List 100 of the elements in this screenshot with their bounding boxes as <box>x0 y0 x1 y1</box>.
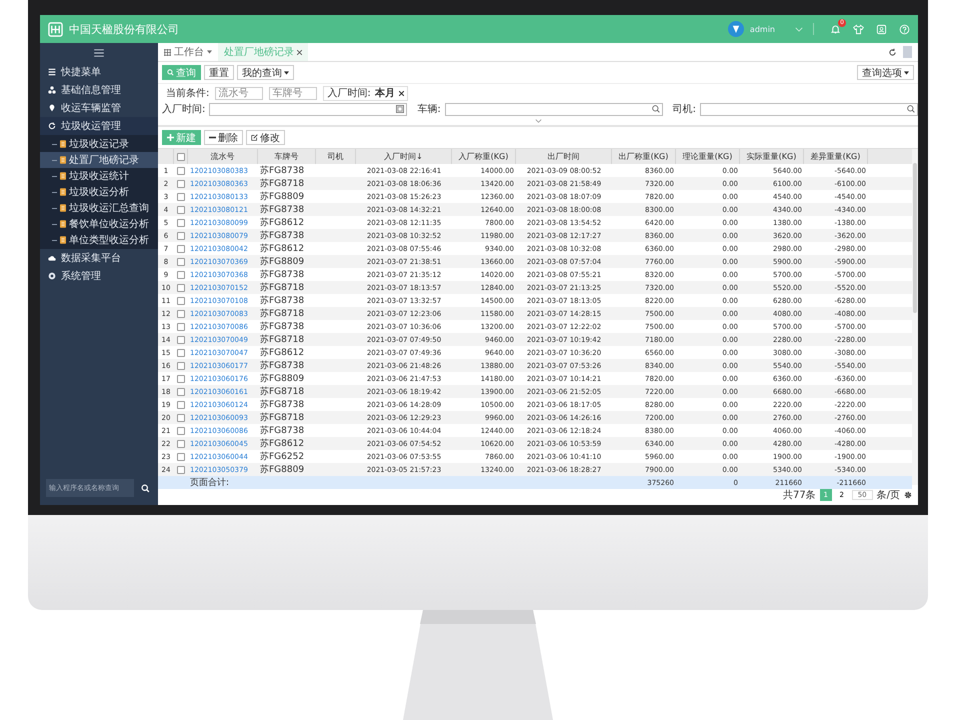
column-header[interactable]: 出厂称重(KG) <box>612 149 676 164</box>
row-checkbox[interactable] <box>177 466 185 474</box>
search-icon[interactable] <box>906 105 915 113</box>
filter-tag[interactable]: 入厂时间: 本月 <box>323 86 408 100</box>
row-checkbox[interactable] <box>177 284 185 292</box>
row-checkbox[interactable] <box>177 388 185 396</box>
row-checkbox[interactable] <box>177 180 185 188</box>
plate-cell-text: 苏FG8738 <box>260 320 304 333</box>
search-field[interactable] <box>444 102 663 116</box>
panel-toggle-button[interactable] <box>903 46 912 58</box>
sidebar-item[interactable]: 垃圾收运管理 <box>40 117 158 135</box>
sidebar-item[interactable]: 收运车辆监管 <box>40 99 158 117</box>
expand-chevron-icon[interactable] <box>534 119 542 123</box>
row-checkbox[interactable] <box>177 192 185 200</box>
settings-icon[interactable] <box>904 491 912 499</box>
user-card-icon[interactable] <box>876 24 887 34</box>
sidebar-item[interactable]: 快捷菜单 <box>40 63 158 81</box>
search-icon[interactable] <box>652 105 660 113</box>
sidebar-item[interactable]: 数据采集平台 <box>40 249 158 267</box>
search-icon[interactable] <box>141 484 150 493</box>
row-checkbox[interactable] <box>177 296 185 304</box>
row-checkbox[interactable] <box>177 440 185 448</box>
select-all-checkbox[interactable] <box>176 152 184 160</box>
row-checkbox[interactable] <box>177 374 185 382</box>
row-checkbox[interactable] <box>177 322 185 330</box>
plate-cell-text: 苏FG8738 <box>260 268 304 281</box>
row-checkbox[interactable] <box>177 258 185 266</box>
sidebar-item[interactable]: 系统管理 <box>40 267 158 285</box>
shirt-icon[interactable] <box>853 24 864 34</box>
help-icon[interactable] <box>899 24 910 34</box>
sidebar-item[interactable]: 基础信息管理 <box>40 81 158 99</box>
sidebar-subitem[interactable]: 垃圾收运汇总查询 <box>40 200 158 216</box>
column-header[interactable]: 差异重量(KG) <box>804 149 868 164</box>
column-header[interactable]: 入厂称重(KG) <box>452 149 516 164</box>
query-button[interactable]: 重置 <box>204 65 234 80</box>
plate-cell-text: 苏FG6252 <box>260 450 304 463</box>
row-checkbox[interactable] <box>177 166 185 174</box>
sidebar-subitem[interactable]: 餐饮单位收运分析 <box>40 216 158 232</box>
chevron-down-icon[interactable] <box>795 26 803 32</box>
row-checkbox[interactable] <box>177 414 185 422</box>
calendar-icon[interactable] <box>396 105 404 113</box>
tab[interactable]: 工作台 <box>158 43 218 61</box>
plus-icon <box>167 134 174 141</box>
refresh-icon[interactable] <box>888 48 897 56</box>
cloud-icon <box>48 254 56 262</box>
user-avatar-icon <box>728 21 744 37</box>
row-checkbox[interactable] <box>177 206 185 214</box>
row-checkbox[interactable] <box>177 400 185 408</box>
row-checkbox[interactable] <box>177 426 185 434</box>
sidebar-subitem[interactable]: 单位类型收运分析 <box>40 232 158 248</box>
row-checkbox[interactable] <box>177 336 185 344</box>
total-label: 页面合计: <box>190 476 230 489</box>
close-icon[interactable] <box>398 90 404 96</box>
list-icon <box>48 68 56 76</box>
search-field[interactable] <box>700 102 918 116</box>
toolbar-button[interactable]: 修改 <box>246 130 285 145</box>
bell-icon[interactable] <box>830 24 841 34</box>
plate-cell-text: 苏FG8738 <box>260 424 304 437</box>
plate-cell-text: 苏FG8612 <box>260 438 304 450</box>
sidebar-subitem[interactable]: 垃圾收运分析 <box>40 184 158 200</box>
scrollbar[interactable] <box>912 149 918 485</box>
row-checkbox[interactable] <box>177 310 185 318</box>
plate-cell-text: 苏FG8738 <box>260 204 304 216</box>
sidebar-subitem[interactable]: 处置厂地磅记录 <box>40 152 158 168</box>
sidebar-subitem[interactable]: 垃圾收运统计 <box>40 168 158 184</box>
column-header[interactable]: 车牌号 <box>258 149 316 164</box>
sidebar-subitem[interactable]: 垃圾收运记录 <box>40 136 158 152</box>
plate-cell-text: 苏FG8612 <box>260 242 304 255</box>
field-label: 司机: <box>672 102 696 116</box>
row-checkbox[interactable] <box>177 232 185 240</box>
field-label: 车辆: <box>417 102 441 116</box>
column-header[interactable]: 出厂时间 <box>516 149 612 164</box>
column-header[interactable]: 入厂时间↓ <box>356 149 452 164</box>
row-checkbox[interactable] <box>177 244 185 252</box>
query-button[interactable]: 我的查询 <box>237 65 294 80</box>
query-options-button[interactable]: 查询选项 <box>857 65 914 80</box>
search-field[interactable] <box>209 102 408 116</box>
row-checkbox[interactable] <box>177 270 185 278</box>
total-count: 共77条 <box>782 488 816 502</box>
plate-cell-text: 苏FG8738 <box>260 398 304 411</box>
toolbar-button[interactable]: 删除 <box>204 130 243 145</box>
plate-cell-text: 苏FG8612 <box>260 216 304 229</box>
row-checkbox[interactable] <box>177 362 185 370</box>
row-checkbox[interactable] <box>177 218 185 226</box>
grid-icon <box>164 48 171 56</box>
row-checkbox[interactable] <box>177 452 185 460</box>
plate-cell-text: 苏FG8718 <box>260 282 304 294</box>
close-icon[interactable] <box>297 50 302 54</box>
column-header[interactable]: 实际重量(KG) <box>740 149 804 164</box>
gear-icon <box>48 272 56 280</box>
column-header[interactable]: 司机 <box>316 149 356 164</box>
column-header[interactable]: 流水号 <box>188 149 258 164</box>
plate-cell-text: 苏FG8718 <box>260 334 304 346</box>
row-checkbox[interactable] <box>177 348 185 356</box>
plate-cell-text: 苏FG8718 <box>260 308 304 320</box>
search-icon <box>167 69 174 76</box>
plate-cell-text: 苏FG8718 <box>260 412 304 424</box>
plate-cell-text: 苏FG8809 <box>260 372 304 385</box>
column-header[interactable]: 理论重量(KG) <box>676 149 740 164</box>
menu-icon[interactable] <box>94 49 104 57</box>
